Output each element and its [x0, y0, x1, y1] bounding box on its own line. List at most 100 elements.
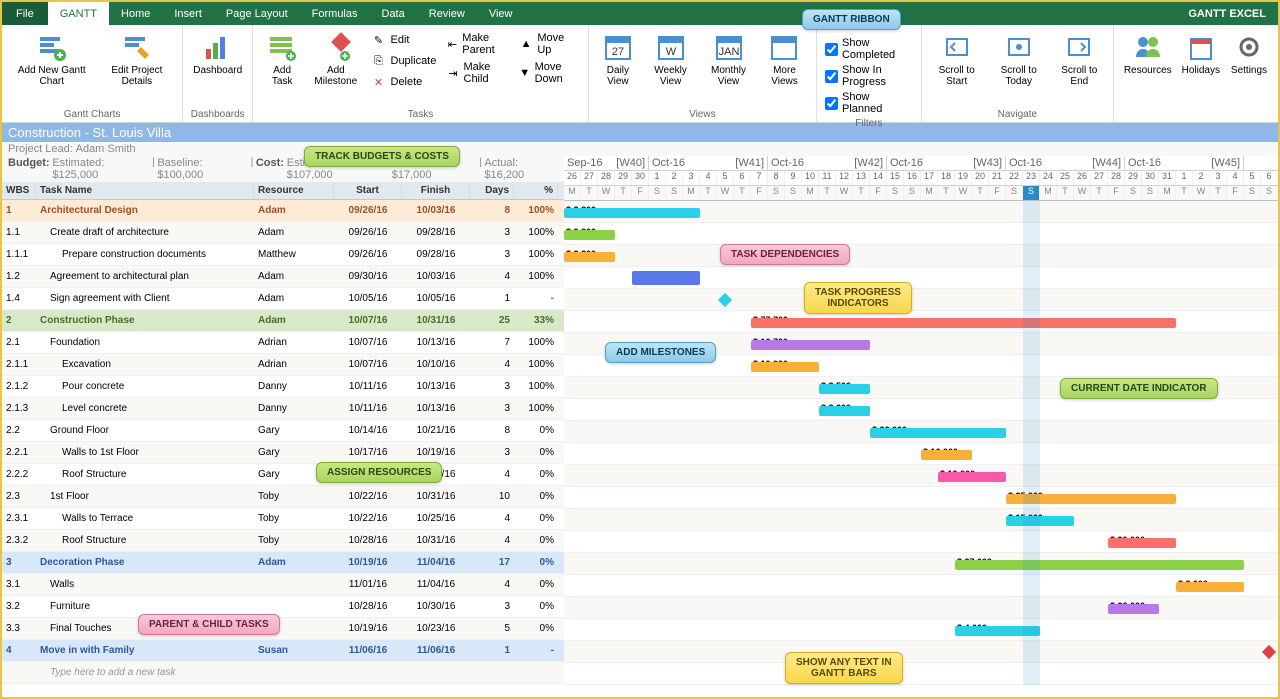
daily-view-button[interactable]: 27Daily View — [595, 28, 641, 107]
task-row[interactable]: 3Decoration PhaseAdam10/19/1611/04/16170… — [2, 552, 564, 574]
move-down-button[interactable]: ▼Move Down — [515, 59, 582, 87]
gantt-row: $ 10,000 — [564, 465, 1278, 487]
gantt-bar[interactable] — [955, 560, 1244, 570]
task-row[interactable]: 2.3.1Walls to TerraceToby10/22/1610/25/1… — [2, 508, 564, 530]
scroll-end-button[interactable]: Scroll to End — [1052, 28, 1107, 107]
show-progress-check[interactable]: Show In Progress — [823, 63, 915, 89]
gantt-bar[interactable] — [1108, 538, 1176, 548]
task-row[interactable]: 2.2Ground FloorGary10/14/1610/21/1680% — [2, 420, 564, 442]
show-completed-check[interactable]: Show Completed — [823, 36, 915, 62]
gantt-chart: Sep-16 [W40]Oct-16 [W41]Oct-16 [W42]Oct-… — [564, 156, 1278, 685]
task-row[interactable]: 1.2Agreement to architectural planAdam09… — [2, 266, 564, 288]
gantt-bar[interactable] — [819, 384, 870, 394]
task-row[interactable]: 2.2.1Walls to 1st FloorGary10/17/1610/19… — [2, 442, 564, 464]
gantt-bar[interactable] — [564, 252, 615, 262]
gantt-bar[interactable] — [870, 428, 1006, 438]
add-milestone-button[interactable]: Add Milestone — [307, 28, 364, 107]
pencil-icon: ✎ — [371, 32, 387, 48]
gantt-bar[interactable] — [564, 230, 615, 240]
make-child-button[interactable]: ⇥Make Child — [442, 59, 512, 87]
month-header: Oct-16 [W42] — [768, 156, 887, 170]
gantt-bar[interactable] — [938, 472, 1006, 482]
gantt-bar[interactable] — [1108, 604, 1159, 614]
task-row[interactable]: 1.4Sign agreement with ClientAdam10/05/1… — [2, 288, 564, 310]
gantt-bar[interactable] — [1006, 516, 1074, 526]
show-planned-check[interactable]: Show Planned — [823, 90, 915, 116]
gantt-bar[interactable] — [1176, 582, 1244, 592]
menu-bar: File GANTTHomeInsertPage LayoutFormulasD… — [2, 2, 1278, 25]
task-row[interactable]: 3.3Final TouchesSara10/19/1610/23/1650% — [2, 618, 564, 640]
gantt-bar[interactable] — [564, 208, 700, 218]
add-milestone-icon — [320, 31, 352, 63]
scroll-today-button[interactable]: Scroll to Today — [988, 28, 1050, 107]
menu-tab-gantt[interactable]: GANTT — [48, 2, 109, 25]
delete-icon: ✕ — [371, 74, 387, 90]
gantt-bar[interactable] — [751, 340, 870, 350]
task-row[interactable]: 3.1Walls11/01/1611/04/1640% — [2, 574, 564, 596]
delete-button[interactable]: ✕Delete — [367, 72, 441, 92]
make-parent-button[interactable]: ⇤Make Parent — [442, 30, 512, 58]
gantt-row: $ 20,000 — [564, 597, 1278, 619]
scroll-start-button[interactable]: Scroll to Start — [928, 28, 986, 107]
task-row[interactable]: 2.31st FloorToby10/22/1610/31/16100% — [2, 486, 564, 508]
weekly-view-button[interactable]: WWeekly View — [643, 28, 698, 107]
gantt-row: $ 20,000 — [564, 531, 1278, 553]
ribbon-group-gantt-charts: Add New Gantt Chart Edit Project Details… — [2, 25, 183, 122]
menu-tab-view[interactable]: View — [477, 2, 525, 25]
add-task-button[interactable]: Add Task — [259, 28, 305, 107]
down-icon: ▼ — [519, 65, 531, 81]
milestone-diamond[interactable] — [1262, 645, 1276, 659]
menu-tab-review[interactable]: Review — [417, 2, 477, 25]
gantt-bar[interactable] — [921, 450, 972, 460]
task-row[interactable]: 2.1FoundationAdrian10/07/1610/13/167100% — [2, 332, 564, 354]
callout-track-budgets: TRACK BUDGETS & COSTS — [304, 146, 460, 167]
gantt-bar[interactable] — [819, 406, 870, 416]
menu-tab-insert[interactable]: Insert — [162, 2, 214, 25]
gantt-row: $ 3,000 — [564, 575, 1278, 597]
gantt-bar[interactable] — [632, 271, 700, 285]
menu-tab-home[interactable]: Home — [109, 2, 162, 25]
edit-project-details-button[interactable]: Edit Project Details — [98, 28, 177, 107]
task-row[interactable]: 2Construction PhaseAdam10/07/1610/31/162… — [2, 310, 564, 332]
task-row[interactable]: 4Move in with FamilySusan11/06/1611/06/1… — [2, 640, 564, 662]
today-indicator — [1023, 201, 1040, 685]
settings-button[interactable]: Settings — [1226, 28, 1272, 107]
calendar-month-icon: JAN — [713, 31, 745, 63]
task-row[interactable]: 1Architectural DesignAdam09/26/1610/03/1… — [2, 200, 564, 222]
svg-text:W: W — [665, 46, 676, 58]
ribbon-group-dashboards: Dashboard Dashboards — [183, 25, 253, 122]
svg-text:27: 27 — [612, 46, 624, 58]
scroll-end-icon — [1063, 31, 1095, 63]
callout-assign-res: ASSIGN RESOURCES — [316, 462, 442, 483]
task-row[interactable]: 2.3.2Roof StructureToby10/28/1610/31/164… — [2, 530, 564, 552]
menu-tab-data[interactable]: Data — [370, 2, 417, 25]
milestone-diamond[interactable] — [718, 293, 732, 307]
task-row[interactable]: 1.1.1Prepare construction documentsMatth… — [2, 244, 564, 266]
task-row[interactable]: 2.2.2Roof StructureGary10/18/1610/21/164… — [2, 464, 564, 486]
menu-tab-formulas[interactable]: Formulas — [300, 2, 370, 25]
add-new-gantt-button[interactable]: Add New Gantt Chart — [8, 28, 96, 107]
file-tab[interactable]: File — [2, 2, 48, 25]
monthly-view-button[interactable]: JANMonthly View — [700, 28, 757, 107]
gantt-bar[interactable] — [751, 362, 819, 372]
resources-button[interactable]: Resources — [1120, 28, 1176, 107]
task-row[interactable]: 2.1.2Pour concreteDanny10/11/1610/13/163… — [2, 376, 564, 398]
menu-tab-page-layout[interactable]: Page Layout — [214, 2, 300, 25]
holidays-button[interactable]: Holidays — [1178, 28, 1224, 107]
callout-show-text: SHOW ANY TEXT IN GANTT BARS — [785, 652, 903, 684]
task-row[interactable]: 1.1Create draft of architectureAdam09/26… — [2, 222, 564, 244]
callout-parent-child: PARENT & CHILD TASKS — [138, 614, 280, 635]
dashboard-button[interactable]: Dashboard — [189, 28, 246, 107]
scroll-today-icon — [1003, 31, 1035, 63]
gantt-bar[interactable] — [751, 318, 1176, 328]
copy-icon: ⎘ — [371, 53, 387, 69]
move-up-button[interactable]: ▲Move Up — [515, 30, 582, 58]
new-task-row[interactable]: Type here to add a new task — [2, 662, 564, 684]
gantt-row: $ 15,000 — [564, 509, 1278, 531]
task-row[interactable]: 3.2Furniture10/28/1610/30/1630% — [2, 596, 564, 618]
more-views-button[interactable]: More Views — [759, 28, 810, 107]
task-row[interactable]: 2.1.3Level concreteDanny10/11/1610/13/16… — [2, 398, 564, 420]
duplicate-button[interactable]: ⎘Duplicate — [367, 51, 441, 71]
task-row[interactable]: 2.1.1ExcavationAdrian10/07/1610/10/16410… — [2, 354, 564, 376]
edit-button[interactable]: ✎Edit — [367, 30, 441, 50]
